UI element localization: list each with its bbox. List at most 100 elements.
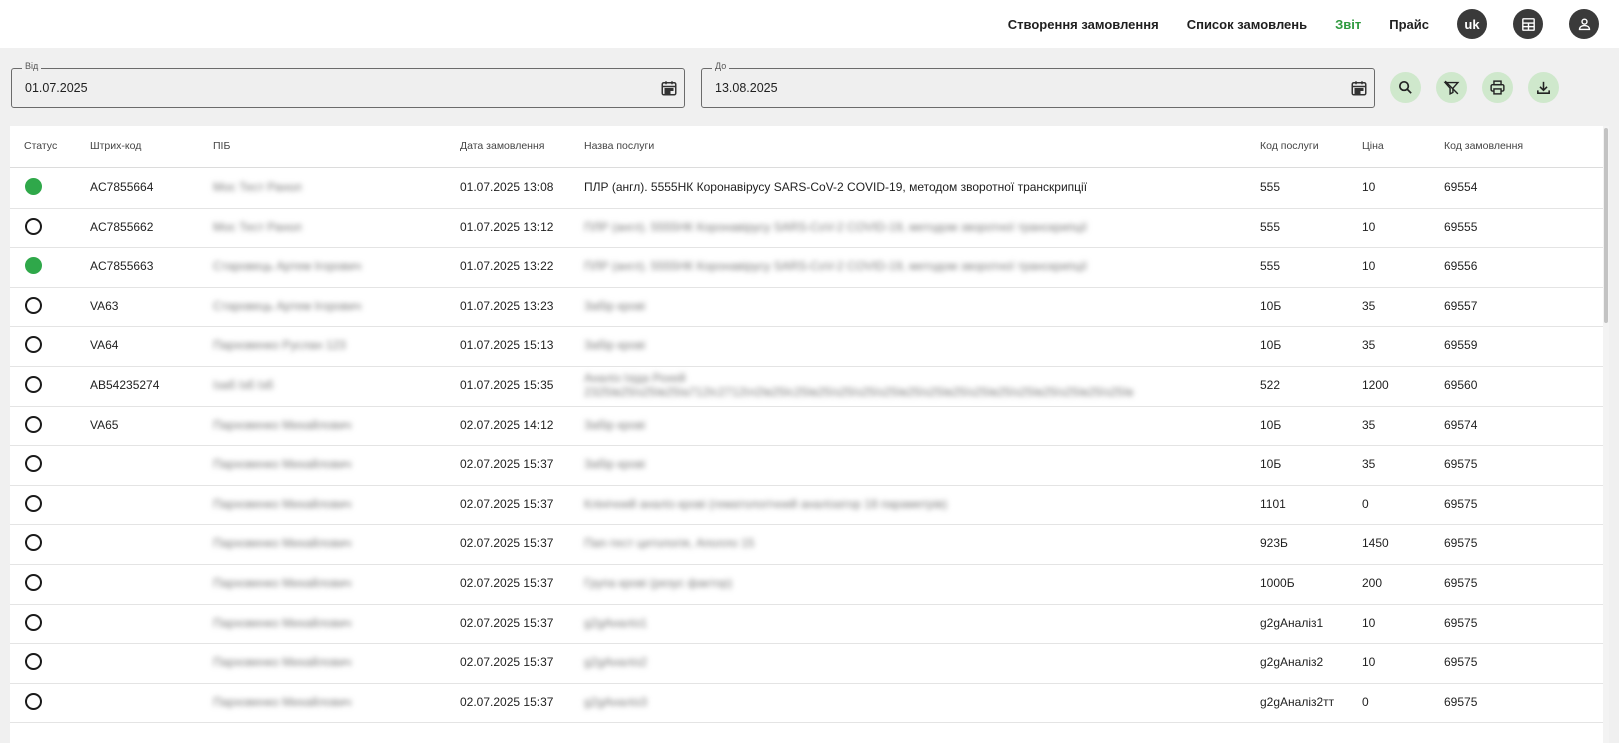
cell-order-code: 69559 [1444, 338, 1478, 353]
table-row[interactable]: Парховенко Михайлович 02.07.2025 15:37 g2g… [10, 604, 1603, 645]
column-service-code[interactable]: Код послуги [1260, 140, 1319, 152]
cell-order-code: 69560 [1444, 378, 1478, 392]
date-to-value: 13.08.2025 [715, 81, 778, 95]
cell-order-date: 02.07.2025 15:37 [460, 576, 554, 590]
column-order-code[interactable]: Код замовлення [1444, 140, 1523, 152]
table-row[interactable]: Парховенко Михайлович 02.07.2025 15:37 Пап… [10, 524, 1603, 566]
cell-full-name: Старовець Артем Ігорович [213, 259, 362, 274]
cell-service-code: g2gАналіз2тт [1260, 694, 1335, 709]
cell-service-code: 1101 [1260, 496, 1286, 511]
cell-service-code: 923Б [1260, 536, 1288, 551]
cell-price: 35 [1362, 338, 1376, 353]
nav-create-order[interactable]: Створення замовлення [1008, 17, 1159, 32]
cell-service-name: Забір крові [584, 338, 646, 353]
nav-order-list[interactable]: Список замовлень [1187, 17, 1307, 32]
cell-barcode: VA65 [90, 417, 119, 432]
clear-filter-button[interactable] [1436, 72, 1467, 103]
cell-order-date: 02.07.2025 15:37 [460, 694, 554, 709]
cell-full-name: Парховенко Михайлович [213, 536, 352, 551]
cell-full-name: Парховенко Михайлович [213, 576, 352, 590]
table-row[interactable]: AC7855664 Мос Тест Ранол 01.07.2025 13:08 П… [10, 168, 1603, 209]
cell-service-name: Забір крові [584, 298, 646, 313]
cell-order-code: 69575 [1444, 536, 1478, 551]
cell-full-name: Ізаб Ізб Ізб [213, 378, 274, 392]
cell-price: 35 [1362, 298, 1376, 313]
cell-service-code: g2gАналіз2 [1260, 655, 1324, 670]
scrollbar-thumb[interactable] [1604, 128, 1608, 323]
table-row[interactable]: VA63 Старовець Артем Ігорович 01.07.2025 1… [10, 287, 1603, 328]
cell-order-date: 02.07.2025 14:12 [460, 417, 554, 432]
table-row[interactable]: Парховенко Михайлович 02.07.2025 15:37 Заб… [10, 445, 1603, 486]
cell-price: 200 [1362, 576, 1383, 590]
download-button[interactable] [1528, 72, 1559, 103]
table-row[interactable]: Парховенко Михайлович 02.07.2025 15:37 Клі… [10, 485, 1603, 526]
status-complete-icon [25, 178, 42, 195]
table-scrollbar[interactable] [1603, 126, 1609, 743]
top-navigation-bar: Створення замовлення Список замовлень Зв… [0, 0, 1619, 48]
column-order-date[interactable]: Дата замовлення [460, 140, 544, 152]
cell-service-name: Аналіз Ізіда Рохей 2325Ів25Із25Ів25Іа712… [584, 371, 1134, 399]
status-pending-icon [25, 574, 42, 591]
cell-order-code: 69575 [1444, 615, 1478, 630]
cell-order-code: 69557 [1444, 298, 1478, 313]
cell-barcode: AC7855662 [90, 219, 154, 234]
table-row[interactable]: Парховенко Михайлович 02.07.2025 15:37 Гру… [10, 564, 1603, 605]
report-table: Статус Штрих-код ПІБ Дата замовлення Наз… [10, 126, 1609, 743]
cell-service-code: 10Б [1260, 298, 1282, 313]
cell-full-name: Парховенко Михайлович [213, 457, 352, 472]
date-from-field[interactable]: Від 01.07.2025 [11, 61, 685, 108]
report-table-button[interactable] [1513, 9, 1543, 39]
status-pending-icon [25, 376, 42, 393]
cell-service-name: ПЛР (англ). 5555НК Коронавірусу SARS-CoV… [584, 259, 1088, 274]
status-complete-icon [25, 257, 42, 275]
status-pending-icon [25, 415, 42, 433]
cell-service-name: Група крові (резус фактор) [584, 576, 733, 590]
cell-service-name: g2gАналіз1 [584, 615, 648, 630]
print-button[interactable] [1482, 72, 1513, 103]
cell-order-code: 69575 [1444, 496, 1478, 511]
table-row[interactable]: Парховенко Михайлович 02.07.2025 15:37 g2g… [10, 683, 1603, 724]
table-row[interactable]: Парховенко Михайлович 02.07.2025 15:37 g2g… [10, 643, 1603, 684]
language-button[interactable]: uk [1457, 9, 1487, 39]
cell-service-name: ПЛР (англ). 5555НК Коронавірусу SARS-CoV… [584, 180, 1088, 194]
table-row[interactable]: AC7855662 Мос Тест Ранол 01.07.2025 13:12 П… [10, 208, 1603, 249]
cell-order-code: 69556 [1444, 259, 1478, 274]
table-row[interactable]: VA64 Парховенко Руслан 123 01.07.2025 15:1… [10, 326, 1603, 368]
column-price[interactable]: Ціна [1362, 140, 1384, 152]
status-pending-icon [25, 653, 42, 671]
cell-service-code: 522 [1260, 378, 1281, 392]
filter-bar: Від 01.07.2025 До 13.08.2025 [0, 48, 1619, 126]
nav-price[interactable]: Прайс [1389, 17, 1429, 32]
column-status[interactable]: Статус [24, 140, 57, 152]
table-row[interactable]: AC7855663 Старовець Артем Ігорович 01.07.2… [10, 247, 1603, 288]
cell-price: 1450 [1362, 536, 1389, 551]
date-from-label: Від [22, 61, 42, 71]
status-pending-icon [25, 613, 42, 631]
cell-order-date: 02.07.2025 15:37 [460, 655, 554, 670]
calendar-icon[interactable] [1350, 79, 1368, 97]
user-account-button[interactable] [1569, 9, 1599, 39]
cell-full-name: Мос Тест Ранол [213, 180, 302, 194]
language-label: uk [1464, 16, 1480, 32]
status-pending-icon [25, 692, 42, 710]
column-barcode[interactable]: Штрих-код [90, 140, 141, 152]
date-to-field[interactable]: До 13.08.2025 [701, 61, 1375, 108]
report-table-icon [1521, 17, 1535, 31]
nav-report[interactable]: Звіт [1335, 17, 1361, 32]
cell-price: 10 [1362, 615, 1376, 630]
search-button[interactable] [1390, 72, 1421, 103]
table-row[interactable]: VA65 Парховенко Михайлович 02.07.2025 14:1… [10, 406, 1603, 447]
column-service-name[interactable]: Назва послуги [584, 140, 654, 152]
table-row[interactable]: AB54235274 Ізаб Ізб Ізб 01.07.2025 15:35 Ан… [10, 366, 1603, 407]
print-icon [1490, 80, 1505, 95]
cell-barcode: AC7855664 [90, 180, 154, 194]
cell-price: 0 [1362, 694, 1369, 709]
status-pending-icon [25, 494, 42, 512]
cell-order-date: 01.07.2025 13:22 [460, 259, 554, 274]
status-pending-icon [25, 217, 42, 235]
cell-order-date: 02.07.2025 15:37 [460, 536, 554, 551]
status-pending-icon [25, 455, 42, 473]
calendar-icon[interactable] [660, 79, 678, 97]
cell-service-name: g2gАналіз3 [584, 694, 648, 709]
column-full-name[interactable]: ПІБ [213, 140, 230, 152]
